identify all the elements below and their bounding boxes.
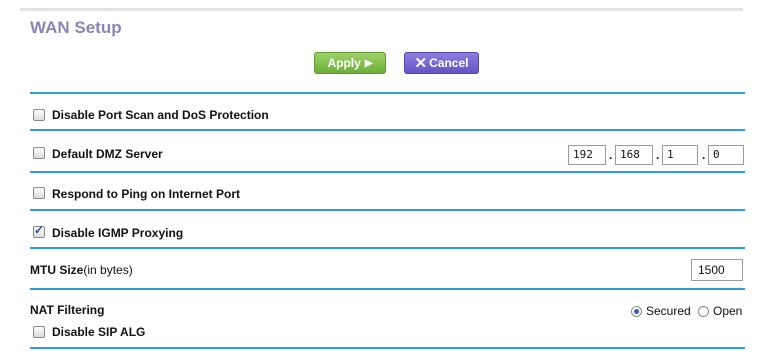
nat-open-radio[interactable] xyxy=(698,306,709,317)
mtu-label-suffix: (in bytes) xyxy=(83,263,133,277)
play-arrow-icon: ▶ xyxy=(364,57,373,69)
apply-label: Apply xyxy=(327,56,361,70)
dmz-ip-octet-1[interactable]: 192 xyxy=(568,145,606,165)
disable-port-scan-label: Disable Port Scan and DoS Protection xyxy=(52,108,269,122)
ip-separator: . xyxy=(702,148,706,162)
disable-sip-alg-label: Disable SIP ALG xyxy=(52,325,146,339)
divider xyxy=(30,129,745,131)
cancel-button[interactable]: ✕ Cancel xyxy=(404,52,479,74)
divider xyxy=(30,171,745,173)
nat-filtering-label: NAT Filtering xyxy=(30,303,105,317)
top-border xyxy=(20,8,743,11)
respond-ping-checkbox[interactable] xyxy=(33,187,45,199)
dmz-ip-octet-4[interactable]: 0 xyxy=(708,145,744,165)
x-icon: ✕ xyxy=(414,54,428,72)
mtu-label-bold: MTU Size xyxy=(30,263,84,277)
nat-secured-label: Secured xyxy=(646,304,691,318)
ip-separator: . xyxy=(609,148,613,162)
dmz-ip-octet-2[interactable]: 168 xyxy=(615,145,653,165)
default-dmz-checkbox[interactable] xyxy=(33,147,45,159)
dmz-ip-octet-3[interactable]: 1 xyxy=(662,145,698,165)
respond-ping-label: Respond to Ping on Internet Port xyxy=(52,187,240,201)
divider xyxy=(30,347,745,349)
mtu-size-input[interactable]: 1500 xyxy=(691,259,743,281)
disable-igmp-checkbox[interactable] xyxy=(33,223,45,238)
divider xyxy=(30,247,745,249)
divider xyxy=(30,209,745,211)
cancel-label: Cancel xyxy=(429,56,469,70)
default-dmz-label: Default DMZ Server xyxy=(52,147,163,161)
apply-button[interactable]: Apply ▶ xyxy=(314,52,386,74)
disable-igmp-label: Disable IGMP Proxying xyxy=(52,226,184,240)
disable-sip-alg-checkbox[interactable] xyxy=(33,326,45,338)
nat-secured-radio[interactable] xyxy=(631,306,642,317)
ip-separator: . xyxy=(656,148,660,162)
page-title: WAN Setup xyxy=(30,18,122,37)
disable-port-scan-checkbox[interactable] xyxy=(33,109,45,121)
mtu-label: MTU Size(in bytes) xyxy=(30,263,133,277)
divider xyxy=(30,288,745,290)
nat-open-label: Open xyxy=(713,304,743,318)
divider xyxy=(30,92,745,94)
